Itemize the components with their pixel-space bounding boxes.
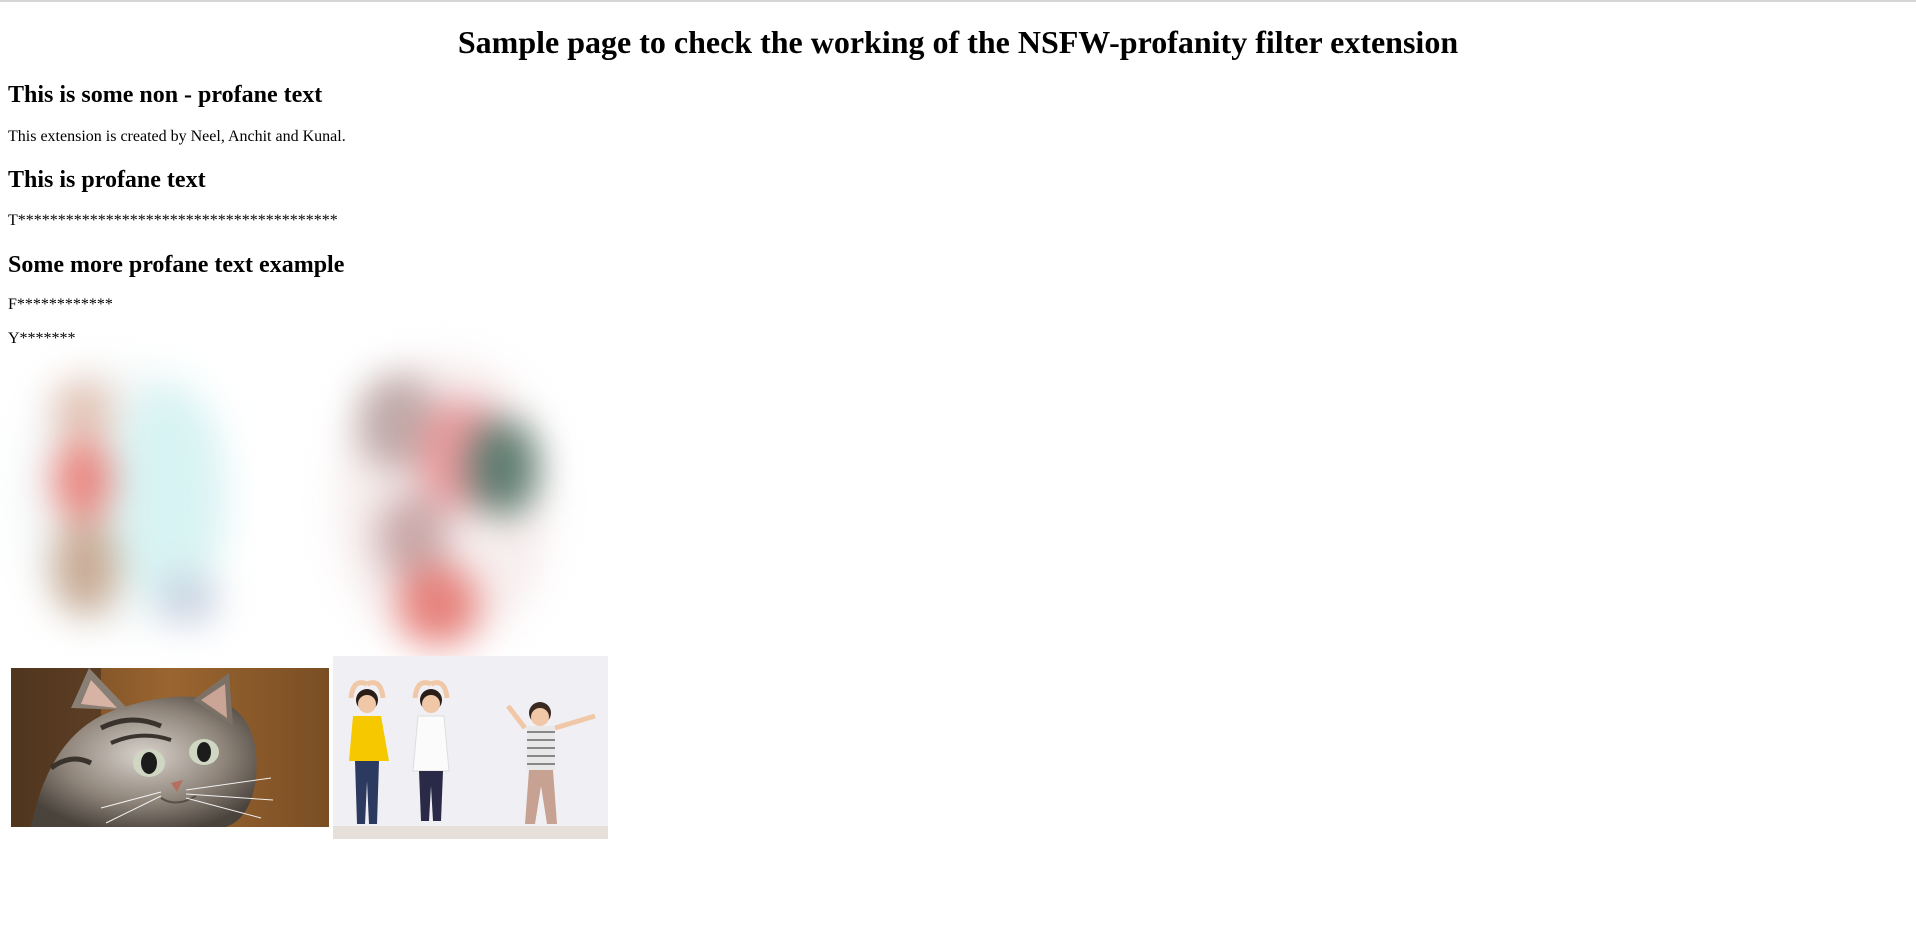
page-title: Sample page to check the working of the … <box>457 24 1459 60</box>
profane-text-masked: T***************************************… <box>8 212 338 229</box>
children-image <box>333 656 608 839</box>
blurred-image-1 <box>8 345 248 650</box>
children-illustration <box>333 656 608 839</box>
kitten-image <box>11 668 329 827</box>
non-profane-text: This extension is created by Neel, Anchi… <box>8 128 346 145</box>
heading-more-profane: Some more profane text example <box>8 252 345 278</box>
kitten-illustration <box>11 668 329 827</box>
heading-profane: This is profane text <box>8 167 206 193</box>
heading-non-profane: This is some non - profane text <box>8 82 323 108</box>
browser-top-border <box>0 0 1916 2</box>
blurred-image-2 <box>318 345 568 660</box>
profane-text-masked-1: F************ <box>8 296 113 313</box>
